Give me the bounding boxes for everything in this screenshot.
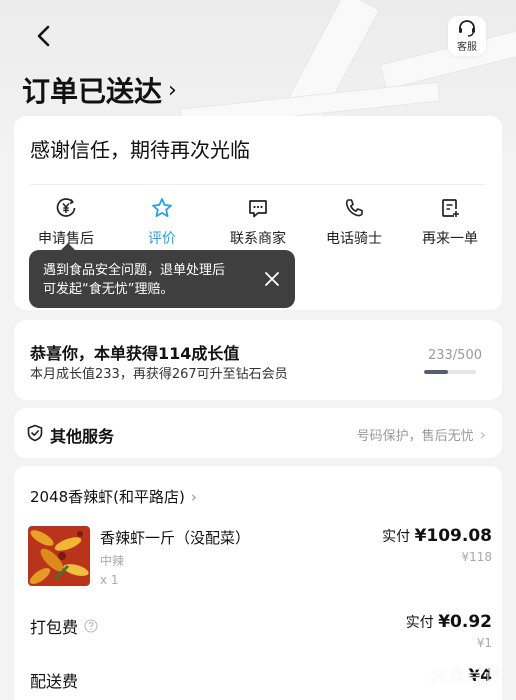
divider bbox=[30, 184, 486, 185]
food-item-price: 实付 ¥109.08 ¥118 bbox=[382, 526, 492, 564]
dianping-logo-icon bbox=[407, 666, 425, 684]
shop-name: 2048香辣虾(和平路店) bbox=[30, 488, 185, 506]
packing-fee-price: 实付 ¥0.92 ¥1 bbox=[406, 612, 492, 650]
delivery-fee-label: 配送费 bbox=[30, 672, 79, 691]
growth-progress-fill bbox=[424, 370, 449, 374]
growth-count: 233/500 bbox=[427, 348, 482, 363]
packing-fee-row: 打包费 bbox=[30, 614, 98, 638]
paid-label: 实付 bbox=[382, 529, 411, 545]
order-status-title[interactable]: 订单已送达 › bbox=[22, 70, 177, 110]
call-rider-button[interactable]: 电话骑士 bbox=[311, 196, 397, 248]
food-image bbox=[28, 526, 90, 586]
star-icon bbox=[152, 198, 172, 218]
back-button[interactable] bbox=[30, 22, 58, 50]
original-price: ¥118 bbox=[461, 550, 492, 564]
message-icon bbox=[249, 200, 267, 218]
chevron-left-icon bbox=[37, 25, 50, 47]
food-item-name: 香辣虾一斤（没配菜） bbox=[100, 529, 251, 547]
other-services-summary: 号码保护，售后无忧 › bbox=[357, 425, 486, 444]
services-summary-text: 号码保护，售后无忧 bbox=[356, 429, 474, 444]
tooltip-line-1: 遇到食品安全问题，退单处理后 bbox=[43, 263, 226, 278]
customer-service-button[interactable]: 客服 bbox=[448, 16, 486, 56]
call-rider-label: 电话骑士 bbox=[326, 231, 382, 247]
watermark: 大众点评 bbox=[406, 662, 502, 688]
action-bar: 申请售后 评价 联系商家 电话骑士 再来一单 bbox=[14, 196, 502, 248]
customer-service-label: 客服 bbox=[457, 42, 477, 53]
reorder-label: 再来一单 bbox=[422, 231, 478, 247]
food-safety-tooltip: 遇到食品安全问题，退单处理后 可发起“食无忧”理赔。 bbox=[29, 243, 295, 308]
other-services-title: 其他服务 bbox=[50, 427, 115, 446]
paid-amount: ¥109.08 bbox=[414, 526, 492, 546]
packing-original-price: ¥1 bbox=[476, 636, 492, 650]
close-icon[interactable] bbox=[263, 270, 281, 288]
other-services-card[interactable]: 其他服务 号码保护，售后无忧 › bbox=[14, 408, 502, 458]
chevron-right-icon: › bbox=[168, 77, 177, 103]
thanks-message: 感谢信任，期待再次光临 bbox=[30, 138, 250, 162]
growth-card[interactable]: 恭喜你，本单获得114成长值 本月成长值233，再获得267可升至钻石会员 23… bbox=[14, 320, 502, 400]
shop-name-link[interactable]: 2048香辣虾(和平路店) › bbox=[30, 486, 197, 507]
review-button[interactable]: 评价 bbox=[119, 196, 205, 248]
review-label: 评价 bbox=[148, 231, 176, 247]
chevron-right-icon: › bbox=[190, 487, 197, 506]
yen-refund-icon bbox=[56, 198, 76, 217]
reorder-icon bbox=[442, 199, 459, 217]
after-sales-button[interactable]: 申请售后 bbox=[23, 196, 109, 248]
packing-fee-label: 打包费 bbox=[30, 618, 79, 637]
shield-check-icon bbox=[27, 424, 43, 442]
reorder-button[interactable]: 再来一单 bbox=[407, 196, 493, 248]
growth-progress-bar bbox=[424, 370, 476, 374]
growth-subtitle: 本月成长值233，再获得267可升至钻石会员 bbox=[30, 367, 288, 382]
order-status-text: 订单已送达 bbox=[22, 75, 163, 108]
packing-paid-amount: ¥0.92 bbox=[438, 612, 492, 632]
contact-merchant-button[interactable]: 联系商家 bbox=[215, 196, 301, 248]
food-item-spec: 中辣 bbox=[100, 554, 125, 568]
contact-merchant-label: 联系商家 bbox=[230, 231, 286, 247]
packing-paid-label: 实付 bbox=[405, 615, 434, 631]
growth-title: 恭喜你，本单获得114成长值 bbox=[30, 344, 240, 363]
food-item-qty: x 1 bbox=[100, 573, 119, 587]
phone-icon bbox=[345, 199, 363, 217]
watermark-text: 大众点评 bbox=[430, 666, 502, 687]
help-icon[interactable] bbox=[84, 619, 98, 633]
delivery-fee-row: 配送费 bbox=[30, 668, 78, 692]
tooltip-line-2: 可发起“食无忧”理赔。 bbox=[43, 282, 174, 297]
chevron-right-icon: › bbox=[479, 425, 486, 444]
headset-icon bbox=[459, 20, 475, 37]
